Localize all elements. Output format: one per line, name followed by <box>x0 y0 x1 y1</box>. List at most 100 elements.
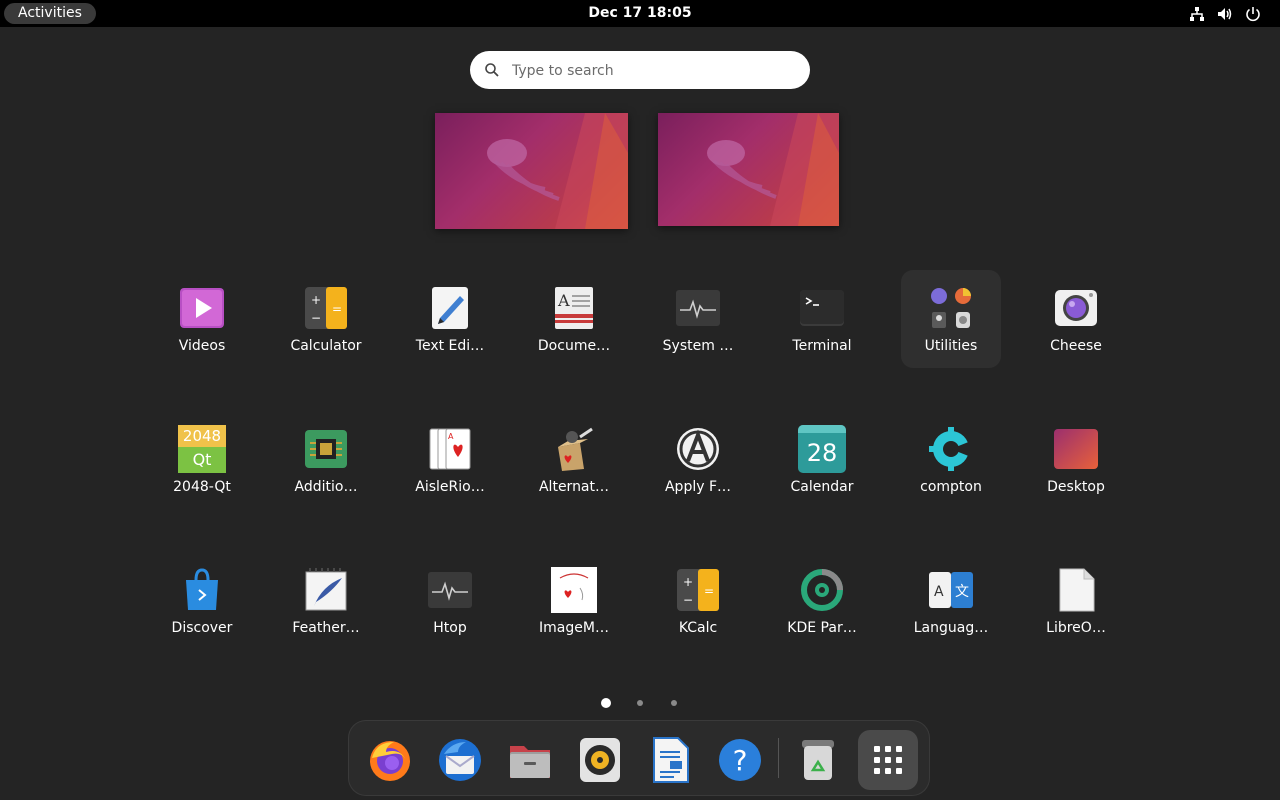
app-discover[interactable]: Discover <box>152 552 252 650</box>
calendar-icon: 28 <box>798 425 846 473</box>
trash-icon <box>802 740 834 780</box>
app-label: ImageM… <box>539 620 609 636</box>
app-kcalc[interactable]: + − = KCalc <box>648 552 748 650</box>
app-kde-partition[interactable]: KDE Par… <box>772 552 872 650</box>
page-dot-2[interactable] <box>637 700 643 706</box>
page-dot-3[interactable] <box>671 700 677 706</box>
svg-text:A: A <box>448 432 454 441</box>
imagemagick-icon <box>551 567 597 613</box>
app-label: Docume… <box>537 338 611 354</box>
calculator-icon: + −= <box>305 287 347 329</box>
dock-rhythmbox[interactable] <box>570 730 630 790</box>
app-label: Calendar <box>790 479 854 495</box>
dock-writer[interactable] <box>640 730 700 790</box>
app-label: LibreO… <box>1046 620 1106 636</box>
app-libreoffice[interactable]: LibreO… <box>1026 552 1126 650</box>
app-label: Utilities <box>924 338 978 354</box>
alternatives-icon <box>558 427 593 471</box>
app-desktop[interactable]: Desktop <box>1026 411 1126 509</box>
qt-tile-text: Qt <box>178 447 226 473</box>
dock-thunderbird[interactable] <box>430 730 490 790</box>
dock-trash[interactable] <box>788 730 848 790</box>
svg-text:+: + <box>683 575 693 589</box>
2048-tile-text: 2048 <box>182 427 222 445</box>
text-editor-icon <box>432 287 468 329</box>
system-tray[interactable] <box>1188 4 1262 24</box>
kcalc-icon: + −= <box>677 569 719 611</box>
files-icon <box>510 746 550 778</box>
app-label: Feather… <box>292 620 360 636</box>
app-terminal[interactable]: Terminal <box>772 270 872 368</box>
app-label: KDE Par… <box>787 620 857 636</box>
writer-icon <box>653 737 689 783</box>
power-icon[interactable] <box>1244 5 1262 23</box>
cheese-icon <box>1055 290 1097 326</box>
app-text-editor[interactable]: Text Edi… <box>400 270 500 368</box>
svg-text:文: 文 <box>955 584 969 600</box>
app-label: Additio… <box>294 479 358 495</box>
discover-icon <box>186 568 218 610</box>
app-calculator[interactable]: + − = Calculator <box>276 270 376 368</box>
page-dot-1[interactable] <box>601 698 611 708</box>
app-label: AisleRio… <box>415 479 485 495</box>
app-imagemagick[interactable]: ImageM… <box>524 552 624 650</box>
app-cheese[interactable]: Cheese <box>1026 270 1126 368</box>
app-label: Htop <box>433 620 467 636</box>
dock-separator <box>778 738 779 778</box>
app-label: 2048-Qt <box>173 479 231 495</box>
videos-icon <box>180 288 224 328</box>
dock: ? <box>348 720 930 796</box>
app-label: Text Edi… <box>415 338 485 354</box>
dock-files[interactable] <box>500 730 560 790</box>
dock-show-apps[interactable] <box>858 730 918 790</box>
svg-text:=: = <box>704 584 714 598</box>
app-language[interactable]: A文 Languag… <box>901 552 1001 650</box>
app-label: Discover <box>171 620 233 636</box>
svg-text:?: ? <box>733 744 748 777</box>
system-monitor-icon <box>676 290 720 326</box>
app-label: Cheese <box>1050 338 1102 354</box>
jellyfish-wallpaper-icon <box>707 113 839 226</box>
app-htop[interactable]: Htop <box>400 552 500 650</box>
volume-icon[interactable] <box>1216 5 1234 23</box>
kde-partition-icon <box>801 569 843 611</box>
search-box[interactable] <box>470 51 810 91</box>
language-icon: A文 <box>929 572 973 608</box>
app-apply[interactable]: Apply F… <box>648 411 748 509</box>
aisleriot-icon: A <box>429 428 471 470</box>
workspace-thumbnail-2[interactable] <box>658 113 839 226</box>
top-bar: Activities Dec 17 18:05 <box>0 0 1280 27</box>
workspace-thumbnail-1[interactable] <box>435 113 628 229</box>
app-document-viewer[interactable]: A Docume… <box>524 270 624 368</box>
app-feather[interactable]: Feather… <box>276 552 376 650</box>
show-apps-icon <box>874 746 902 774</box>
app-system-monitor[interactable]: System … <box>648 270 748 368</box>
app-compton[interactable]: compton <box>901 411 1001 509</box>
app-label: System … <box>662 338 734 354</box>
search-input[interactable] <box>510 51 794 91</box>
desktop-icon <box>1054 429 1098 469</box>
feather-icon <box>305 568 347 611</box>
app-folder-utilities[interactable]: Utilities <box>901 270 1001 368</box>
app-label: Terminal <box>792 338 852 354</box>
libreoffice-icon <box>1059 568 1095 612</box>
app-label: Calculator <box>290 338 362 354</box>
htop-icon <box>428 572 472 608</box>
search-icon <box>485 63 499 77</box>
calendar-day: 28 <box>806 439 838 467</box>
compton-icon <box>929 427 971 471</box>
svg-text:=: = <box>332 302 342 316</box>
network-icon[interactable] <box>1188 5 1206 23</box>
app-aisleriot[interactable]: A AisleRio… <box>400 411 500 509</box>
document-viewer-icon: A <box>555 287 593 329</box>
app-additional-drivers[interactable]: Additio… <box>276 411 376 509</box>
app-alternatives[interactable]: Alternat… <box>524 411 624 509</box>
dock-help[interactable]: ? <box>710 730 770 790</box>
app-2048-qt[interactable]: 2048 Qt 2048-Qt <box>152 411 252 509</box>
app-videos[interactable]: Videos <box>152 270 252 368</box>
app-label: Apply F… <box>664 479 732 495</box>
thunderbird-icon <box>439 739 481 781</box>
dock-firefox[interactable] <box>360 730 420 790</box>
app-calendar[interactable]: 28 Calendar <box>772 411 872 509</box>
clock[interactable]: Dec 17 18:05 <box>0 0 1280 27</box>
